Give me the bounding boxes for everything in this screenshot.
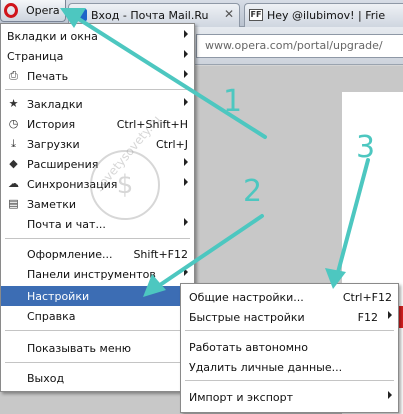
menu-item-label: Показывать меню: [27, 342, 132, 355]
submenu-arrow-icon: [388, 311, 392, 319]
menu-item-shortcut: F12: [357, 311, 378, 324]
menu-item-label: Закладки: [27, 98, 83, 111]
menu-item-help[interactable]: Справка: [1, 306, 194, 326]
opera-menu-button[interactable]: Opera: [0, 0, 66, 22]
settings-submenu: Общие настройки... Ctrl+F12 Быстрые наст…: [180, 283, 399, 413]
submenu-arrow-icon: [184, 98, 188, 106]
friendfeed-icon: FF: [249, 9, 263, 21]
menu-item-appearance[interactable]: Оформление... Shift+F12: [1, 244, 194, 264]
step-number-3: 3: [356, 130, 376, 165]
clock-icon: ◷: [8, 117, 19, 130]
opera-menu-label: Opera: [26, 4, 60, 17]
mail-ru-icon: [73, 9, 87, 21]
menu-item-mail-chat[interactable]: Почта и чат...: [1, 214, 194, 234]
close-tab-icon[interactable]: ✕: [224, 7, 234, 21]
submenu-arrow-icon: [184, 218, 188, 226]
submenu-arrow-icon: [184, 178, 188, 186]
menu-item-label: Настройки: [27, 290, 90, 303]
step-number-2: 2: [243, 174, 263, 209]
extensions-icon: ◆: [9, 157, 18, 170]
menu-separator: [5, 89, 190, 90]
address-bar[interactable]: www.opera.com/portal/upgrade/: [196, 34, 403, 58]
menu-item-label: Загрузки: [27, 138, 80, 151]
menu-item-exit[interactable]: Выход: [1, 368, 194, 388]
menu-item-shortcut: Ctrl+F12: [342, 291, 392, 304]
menu-item-general-settings[interactable]: Общие настройки... Ctrl+F12: [181, 287, 398, 307]
menu-item-page[interactable]: Страница: [1, 46, 194, 66]
tab-label: Вход - Почта Mail.Ru: [91, 9, 209, 22]
menu-item-history[interactable]: ◷ История Ctrl+Shift+H: [1, 114, 194, 134]
star-icon: ★: [8, 97, 19, 110]
menu-item-work-offline[interactable]: Работать автономно: [181, 337, 398, 357]
menu-item-label: Работать автономно: [189, 341, 308, 354]
menu-item-label: Выход: [27, 372, 65, 385]
submenu-arrow-icon: [388, 391, 392, 399]
menu-item-shortcut: Shift+F12: [133, 248, 188, 261]
menu-item-label: Удалить личные данные...: [189, 361, 343, 374]
menu-separator: [185, 380, 394, 381]
menu-item-label: Почта и чат...: [27, 218, 106, 231]
download-icon: ⤓: [11, 137, 16, 150]
submenu-arrow-icon: [184, 30, 188, 38]
menu-item-label: Печать: [27, 70, 69, 83]
notes-icon: ▤: [8, 197, 19, 210]
menu-item-label: Расширения: [27, 158, 99, 171]
opera-logo-icon: [4, 3, 18, 18]
submenu-arrow-icon: [184, 158, 188, 166]
menu-item-label: История: [27, 118, 76, 131]
menu-item-downloads[interactable]: ⤓ Загрузки Ctrl+J: [1, 134, 194, 154]
menu-item-label: Быстрые настройки: [189, 311, 305, 324]
step-number-1: 1: [223, 84, 243, 119]
menu-item-delete-private-data[interactable]: Удалить личные данные...: [181, 357, 398, 377]
submenu-arrow-icon: [184, 70, 188, 78]
submenu-arrow-icon: [184, 268, 188, 276]
tab-friendfeed[interactable]: FF Hey @ilubimov! | Friend ...: [244, 3, 403, 27]
menu-separator: [185, 330, 394, 331]
menu-item-bookmarks[interactable]: ★ Закладки: [1, 94, 194, 114]
menu-item-print[interactable]: ⎙ Печать: [1, 66, 194, 86]
menu-item-import-export[interactable]: Импорт и экспорт: [181, 387, 398, 407]
menu-item-label: Импорт и экспорт: [189, 391, 294, 404]
menu-item-label: Панели инструментов: [27, 268, 156, 281]
menu-separator: [5, 330, 190, 331]
tab-label: Hey @ilubimov! | Friend ...: [267, 9, 385, 22]
menu-item-toolbars[interactable]: Панели инструментов: [1, 264, 194, 284]
printer-icon: ⎙: [9, 69, 18, 82]
menu-item-label: Заметки: [27, 198, 77, 211]
menu-item-label: Оформление...: [27, 248, 113, 261]
cloud-icon: ☁: [8, 177, 19, 190]
menu-item-quick-settings[interactable]: Быстрые настройки F12: [181, 307, 398, 327]
menu-separator: [5, 362, 190, 363]
menu-item-label: Вкладки и окна: [7, 30, 98, 43]
menu-item-tabs-windows[interactable]: Вкладки и окна: [1, 26, 194, 46]
menu-item-settings[interactable]: Настройки: [1, 286, 194, 306]
menu-item-label: Общие настройки...: [189, 291, 304, 304]
submenu-arrow-icon: [184, 50, 188, 58]
menu-item-shortcut: Ctrl+J: [155, 138, 188, 151]
menu-item-label: Справка: [27, 310, 76, 323]
menu-item-label: Страница: [7, 50, 64, 63]
menu-separator: [5, 238, 190, 239]
menu-item-show-menu[interactable]: Показывать меню: [1, 338, 194, 358]
